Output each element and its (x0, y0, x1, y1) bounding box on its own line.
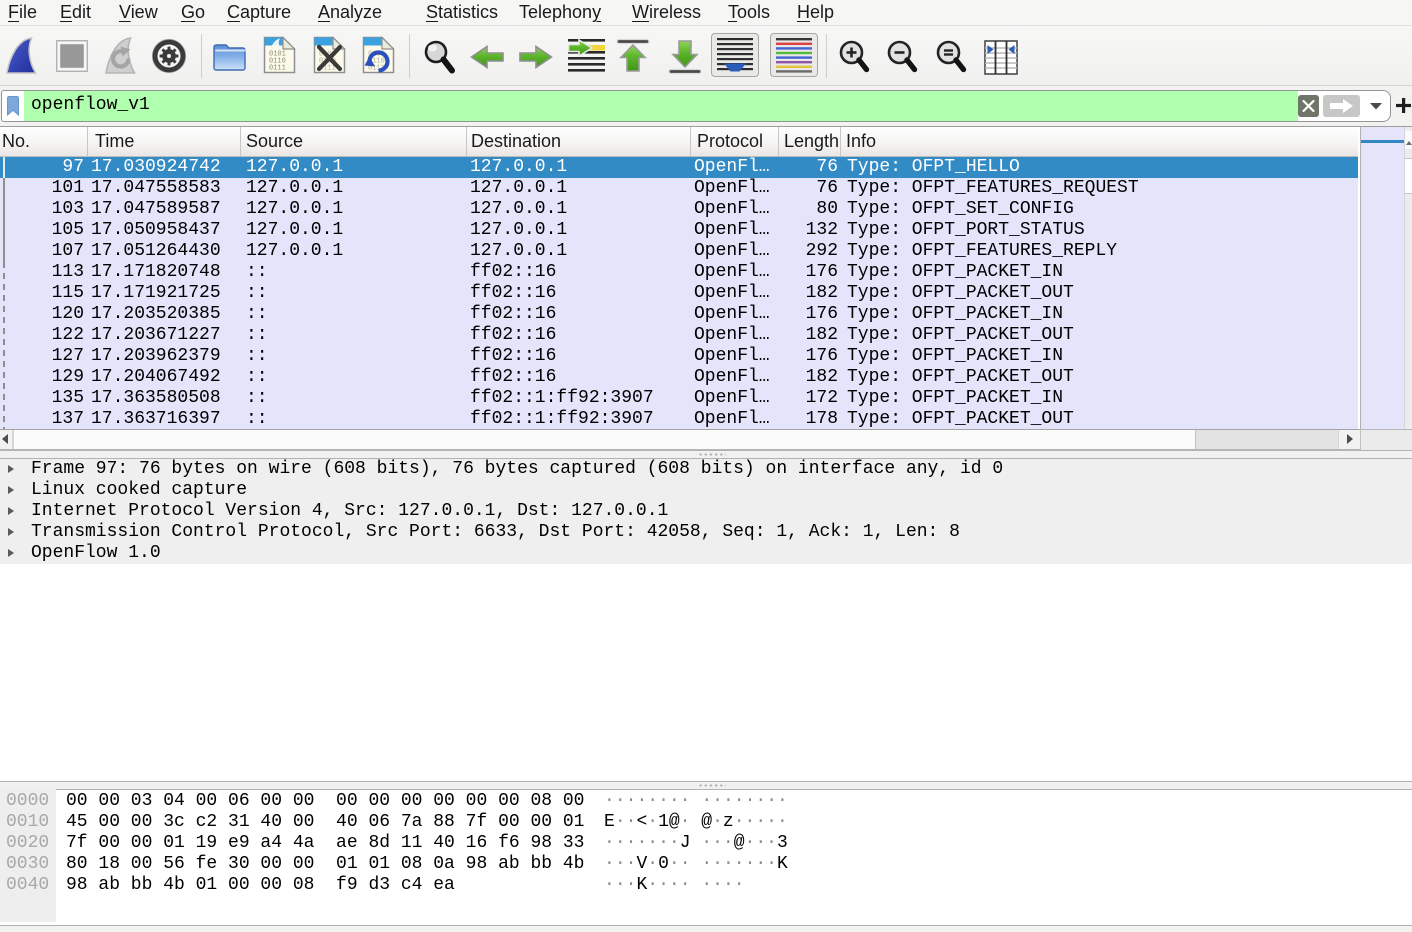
svg-text:0111: 0111 (269, 65, 286, 73)
